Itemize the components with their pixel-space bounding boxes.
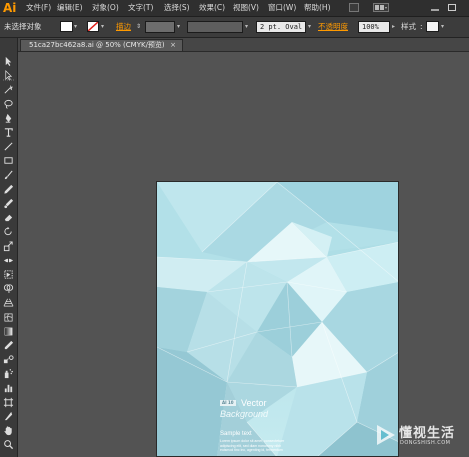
symbol-sprayer-tool-icon[interactable]	[2, 367, 15, 380]
document-tab[interactable]: 51ca27bc462a8.ai @ 50% (CMYK/预览) ×	[20, 39, 183, 51]
polygon-background-artwork	[157, 182, 399, 457]
arrange-documents-icon[interactable]	[373, 3, 389, 12]
document-badge: AI 10	[220, 400, 236, 406]
brush-dropdown-icon[interactable]: ▾	[308, 17, 311, 37]
menu-object[interactable]: 对象(O)	[92, 0, 119, 16]
opacity-field[interactable]: 100%	[358, 21, 390, 33]
stroke-weight-stepper-icon[interactable]: ⇕	[136, 17, 141, 37]
watermark-logo-icon	[377, 425, 395, 445]
stroke-weight-field[interactable]	[145, 21, 175, 33]
type-tool-icon[interactable]	[2, 126, 15, 139]
eyedropper-tool-icon[interactable]	[2, 339, 15, 352]
graphic-style-swatch[interactable]	[426, 21, 439, 32]
lasso-tool-icon[interactable]	[2, 98, 15, 111]
menu-type[interactable]: 文字(T)	[128, 0, 153, 16]
blob-brush-tool-icon[interactable]	[2, 197, 15, 210]
gradient-tool-icon[interactable]	[2, 325, 15, 338]
document-heading-background: Background	[220, 409, 269, 419]
variable-width-profile[interactable]	[187, 21, 243, 33]
pen-tool-icon[interactable]	[2, 112, 15, 125]
restore-icon[interactable]	[447, 3, 459, 12]
mesh-tool-icon[interactable]	[2, 311, 15, 324]
column-graph-tool-icon[interactable]	[2, 382, 15, 395]
menu-bar: Ai 文件(F) 编辑(E) 对象(O) 文字(T) 选择(S) 效果(C) 视…	[0, 0, 469, 17]
pencil-tool-icon[interactable]	[2, 183, 15, 196]
artboard-tool-icon[interactable]	[2, 396, 15, 409]
menu-file[interactable]: 文件(F)	[26, 0, 51, 16]
rectangle-tool-icon[interactable]	[2, 154, 15, 167]
perspective-grid-tool-icon[interactable]	[2, 296, 15, 309]
line-tool-icon[interactable]	[2, 140, 15, 153]
menu-effect[interactable]: 效果(C)	[199, 0, 225, 16]
stroke-swatch[interactable]	[87, 21, 99, 32]
watermark: 懂视生活 DONGSHISH.COM	[375, 418, 469, 457]
fill-dropdown-icon[interactable]: ▾	[74, 17, 77, 37]
scale-tool-icon[interactable]	[2, 240, 15, 253]
opacity-dropdown-icon[interactable]: ▸	[392, 17, 395, 37]
stroke-label[interactable]: 描边	[116, 17, 131, 37]
app-logo: Ai	[3, 1, 17, 15]
free-transform-tool-icon[interactable]	[2, 268, 15, 281]
brush-definition-field[interactable]: 2 pt. Oval	[256, 21, 306, 33]
bridge-icon[interactable]	[349, 3, 359, 12]
menu-edit[interactable]: 编辑(E)	[57, 0, 83, 16]
hand-tool-icon[interactable]	[2, 424, 15, 437]
rotate-tool-icon[interactable]	[2, 225, 15, 238]
stroke-dropdown-icon[interactable]: ▾	[101, 17, 104, 37]
opacity-label[interactable]: 不透明度	[318, 17, 348, 37]
document-heading-vector: Vector	[241, 398, 267, 408]
minimize-icon[interactable]	[430, 3, 442, 12]
watermark-brand: 懂视生活	[399, 426, 456, 441]
menu-help[interactable]: 帮助(H)	[304, 0, 331, 16]
shape-builder-tool-icon[interactable]	[2, 282, 15, 295]
document-sample-line: euismod tinc inc, agenting id, fermentum	[220, 448, 283, 452]
magic-wand-tool-icon[interactable]	[2, 83, 15, 96]
blend-tool-icon[interactable]	[2, 353, 15, 366]
menu-window[interactable]: 窗口(W)	[268, 0, 296, 16]
menu-select[interactable]: 选择(S)	[164, 0, 190, 16]
document-sample-title: Sample text	[220, 431, 252, 437]
style-dropdown-icon[interactable]: ▾	[441, 17, 444, 37]
width-tool-icon[interactable]	[2, 254, 15, 267]
paintbrush-tool-icon[interactable]	[2, 169, 15, 182]
selection-tool-icon[interactable]	[2, 55, 15, 68]
document-tab-title: 51ca27bc462a8.ai @ 50% (CMYK/预览)	[29, 41, 165, 49]
eraser-tool-icon[interactable]	[2, 211, 15, 224]
style-label: 样式	[401, 22, 416, 31]
slice-tool-icon[interactable]	[2, 410, 15, 423]
menu-view[interactable]: 视图(V)	[233, 0, 259, 16]
watermark-url: DONGSHISH.COM	[400, 440, 451, 446]
stroke-weight-dropdown-icon[interactable]: ▾	[177, 17, 180, 37]
selection-status: 未选择对象	[4, 22, 42, 31]
profile-dropdown-icon[interactable]: ▾	[245, 17, 248, 37]
fill-swatch[interactable]	[60, 21, 73, 32]
artboard[interactable]: AI 10 Vector Background Sample text Lore…	[157, 182, 399, 457]
zoom-tool-icon[interactable]	[2, 438, 15, 451]
close-tab-icon[interactable]: ×	[170, 40, 176, 51]
control-bar: 未选择对象 ▾ ▾ 描边 ⇕ ▾ ▾ 2 pt. Oval ▾ 不透明度 100…	[0, 17, 469, 38]
direct-selection-tool-icon[interactable]	[2, 69, 15, 82]
document-tab-bar: 51ca27bc462a8.ai @ 50% (CMYK/预览) ×	[18, 38, 469, 52]
